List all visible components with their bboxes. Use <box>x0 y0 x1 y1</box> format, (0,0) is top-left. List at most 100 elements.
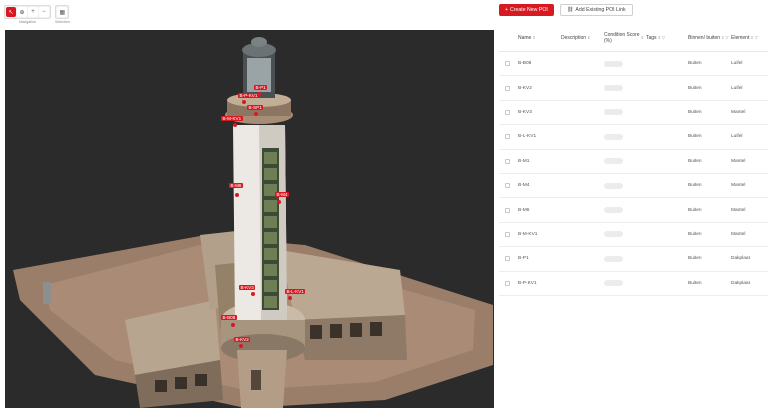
poi-marker[interactable]: B-L-KV1 <box>285 289 306 294</box>
column-label: Condition Score (%) <box>604 32 640 44</box>
table-row[interactable]: B-M1 Buiten Mantel <box>499 150 768 174</box>
column-header-binnen-buiten[interactable]: Binnen/ buiten ⇕ ▽ <box>686 35 729 41</box>
toolbar-group-selection: ▦ Selection <box>55 5 70 24</box>
poi-dot[interactable] <box>231 323 235 327</box>
row-checkbox[interactable] <box>505 109 510 115</box>
add-existing-poi-link-button[interactable]: ⛓ Add Existing POI Link <box>559 4 633 16</box>
sort-icon[interactable]: ⇕ <box>532 35 535 41</box>
cursor-icon[interactable]: ↖ <box>6 7 16 17</box>
table-row[interactable]: B-P-KV1 Buiten Dakplaat <box>499 272 768 296</box>
link-icon: ⛓ <box>566 7 574 13</box>
table-row[interactable]: B-B08 Buiten Luifel <box>499 52 768 77</box>
cell-element: Luifel <box>731 85 743 91</box>
poi-marker[interactable]: B-P-KV1 <box>238 93 259 98</box>
row-checkbox[interactable] <box>505 207 510 213</box>
cell-name: B-M6 <box>518 207 530 213</box>
filter-icon[interactable]: ▽ <box>725 35 728 41</box>
filter-icon[interactable]: ▽ <box>755 35 758 41</box>
poi-label: B-KV2 <box>234 337 251 342</box>
poi-marker[interactable]: B-M6 <box>229 183 243 188</box>
poi-dot[interactable] <box>277 200 281 204</box>
column-header-element[interactable]: Element ⇕ ▽ <box>729 35 768 41</box>
cell-score <box>602 280 644 287</box>
table-row[interactable]: B-KV2 Buiten Luifel <box>499 76 768 101</box>
zoom-fit-icon[interactable]: ⊕ <box>17 7 27 17</box>
column-label: Description <box>561 35 587 41</box>
cell-binnen-buiten: Buiten <box>688 280 702 286</box>
score-placeholder <box>604 109 623 116</box>
row-select <box>499 85 516 91</box>
poi-dot[interactable] <box>233 123 237 127</box>
cell-score <box>602 133 644 140</box>
cell-element: Mantel <box>731 109 746 115</box>
row-select <box>499 231 516 237</box>
create-poi-button[interactable]: + Create New POI <box>499 4 554 16</box>
sort-icon[interactable]: ⇕ <box>587 35 590 41</box>
table-row[interactable]: B-M4 Buiten Mantel <box>499 174 768 199</box>
row-checkbox[interactable] <box>505 61 510 67</box>
table-row[interactable]: B-P1 Buiten Dakplaat <box>499 247 768 272</box>
poi-label: B-B08 <box>221 315 237 320</box>
table-row[interactable]: B-KV3 Buiten Mantel <box>499 101 768 126</box>
poi-marker[interactable]: B-KV3 <box>239 285 256 290</box>
poi-dot[interactable] <box>235 193 239 197</box>
score-placeholder <box>604 133 623 140</box>
row-select <box>499 61 516 67</box>
cell-name: B-KV3 <box>518 109 532 115</box>
poi-marker[interactable]: B-M-KV1 <box>221 116 243 121</box>
cell-name: B-KV2 <box>518 85 532 91</box>
score-placeholder <box>604 158 623 165</box>
row-select <box>499 109 516 115</box>
cell-score <box>602 207 644 214</box>
poi-dot[interactable] <box>251 292 255 296</box>
poi-dot[interactable] <box>254 112 258 116</box>
row-checkbox[interactable] <box>505 85 510 91</box>
cell-binnen-buiten: Buiten <box>688 134 702 140</box>
toolbar-group-buttons: ↖ ⊕ + − <box>4 5 51 19</box>
column-header-condition-score[interactable]: Condition Score (%) ⇕ <box>602 32 644 44</box>
layers-icon[interactable]: ▦ <box>57 7 68 17</box>
poi-marker[interactable]: B-B08 <box>221 315 237 320</box>
poi-dot[interactable] <box>242 100 246 104</box>
poi-label: B-SP1 <box>247 105 264 110</box>
table-row[interactable]: B-M-KV1 Buiten Mantel <box>499 223 768 248</box>
row-checkbox[interactable] <box>505 256 510 262</box>
cell-name: B-P-KV1 <box>518 280 537 286</box>
cell-score <box>602 231 644 238</box>
filter-icon[interactable]: ▽ <box>662 35 665 41</box>
poi-panel: + Create New POI ⛓ Add Existing POI Link… <box>496 0 768 411</box>
poi-dot[interactable] <box>239 344 243 348</box>
cell-binnen-buiten: Buiten <box>688 61 702 67</box>
add-existing-poi-link-label: Add Existing POI Link <box>575 7 626 13</box>
poi-marker[interactable]: B-M4 <box>275 192 289 197</box>
cell-binnen-buiten: Buiten <box>688 207 702 213</box>
column-header-description[interactable]: Description ⇕ <box>559 35 602 41</box>
zoom-in-icon[interactable]: + <box>28 7 38 17</box>
row-checkbox[interactable] <box>505 158 510 164</box>
row-select <box>499 207 516 213</box>
row-select <box>499 158 516 164</box>
table-row[interactable]: B-M6 Buiten Mantel <box>499 198 768 223</box>
table-row[interactable]: B-L-KV1 Buiten Luifel <box>499 125 768 150</box>
sort-icon[interactable]: ⇕ <box>658 35 661 41</box>
row-checkbox[interactable] <box>505 231 510 237</box>
cell-element: Luifel <box>731 134 743 140</box>
column-header-name[interactable]: Name ⇕ <box>516 35 559 41</box>
poi-dot[interactable] <box>288 296 292 300</box>
sort-icon[interactable]: ⇕ <box>750 35 753 41</box>
cell-element: Mantel <box>731 207 746 213</box>
cell-name: B-P1 <box>518 256 529 262</box>
zoom-out-icon[interactable]: − <box>39 7 49 17</box>
toolbar-group-navigation: ↖ ⊕ + − Navigation <box>4 5 51 24</box>
row-checkbox[interactable] <box>505 183 510 189</box>
row-checkbox[interactable] <box>505 280 510 286</box>
3d-scene[interactable]: B-P1 B-P-KV1 B-SP1 B-M-KV1 B-M6 B-M4 B-K… <box>5 30 494 408</box>
poi-marker[interactable]: B-KV2 <box>234 337 251 342</box>
poi-marker[interactable]: B-P1 <box>254 85 268 90</box>
row-checkbox[interactable] <box>505 134 510 140</box>
table-header: Name ⇕ Description ⇕ Condition Score (%)… <box>499 25 768 52</box>
poi-marker[interactable]: B-SP1 <box>247 105 264 110</box>
column-label: Tags <box>646 35 657 41</box>
sort-icon[interactable]: ⇕ <box>721 35 724 41</box>
column-header-tags[interactable]: Tags ⇕ ▽ <box>644 35 686 41</box>
